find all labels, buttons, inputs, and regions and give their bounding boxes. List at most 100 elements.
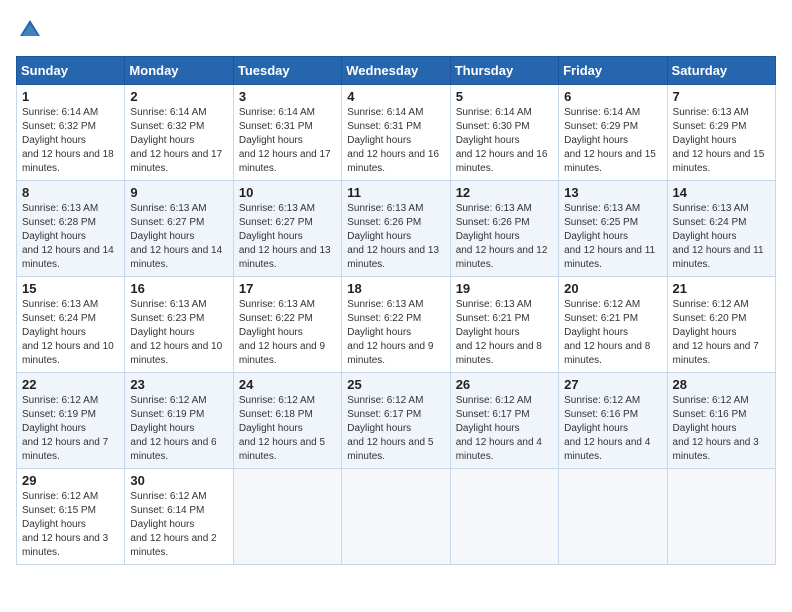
day-number: 16 — [130, 281, 227, 296]
day-number: 18 — [347, 281, 444, 296]
day-info: Sunrise: 6:12 AMSunset: 6:16 PMDaylight … — [564, 395, 650, 462]
day-info: Sunrise: 6:13 AMSunset: 6:23 PMDaylight … — [130, 299, 222, 366]
day-number: 29 — [22, 473, 119, 488]
day-number: 23 — [130, 377, 227, 392]
col-header-friday: Friday — [559, 57, 667, 85]
page-header — [16, 16, 776, 44]
calendar-cell: 11 Sunrise: 6:13 AMSunset: 6:26 PMDaylig… — [342, 181, 450, 277]
day-number: 8 — [22, 185, 119, 200]
day-number: 2 — [130, 89, 227, 104]
day-info: Sunrise: 6:12 AMSunset: 6:19 PMDaylight … — [130, 395, 216, 462]
calendar-cell — [342, 469, 450, 565]
day-number: 5 — [456, 89, 553, 104]
day-number: 3 — [239, 89, 336, 104]
day-info: Sunrise: 6:12 AMSunset: 6:17 PMDaylight … — [456, 395, 542, 462]
day-number: 28 — [673, 377, 770, 392]
header-row: SundayMondayTuesdayWednesdayThursdayFrid… — [17, 57, 776, 85]
day-info: Sunrise: 6:14 AMSunset: 6:32 PMDaylight … — [22, 107, 114, 174]
day-number: 10 — [239, 185, 336, 200]
day-number: 9 — [130, 185, 227, 200]
col-header-thursday: Thursday — [450, 57, 558, 85]
calendar-table: SundayMondayTuesdayWednesdayThursdayFrid… — [16, 56, 776, 565]
calendar-cell: 29 Sunrise: 6:12 AMSunset: 6:15 PMDaylig… — [17, 469, 125, 565]
day-number: 6 — [564, 89, 661, 104]
day-info: Sunrise: 6:12 AMSunset: 6:17 PMDaylight … — [347, 395, 433, 462]
calendar-cell: 1 Sunrise: 6:14 AMSunset: 6:32 PMDayligh… — [17, 85, 125, 181]
calendar-cell: 17 Sunrise: 6:13 AMSunset: 6:22 PMDaylig… — [233, 277, 341, 373]
day-info: Sunrise: 6:12 AMSunset: 6:20 PMDaylight … — [673, 299, 759, 366]
calendar-cell: 22 Sunrise: 6:12 AMSunset: 6:19 PMDaylig… — [17, 373, 125, 469]
day-info: Sunrise: 6:13 AMSunset: 6:25 PMDaylight … — [564, 203, 655, 270]
calendar-cell: 13 Sunrise: 6:13 AMSunset: 6:25 PMDaylig… — [559, 181, 667, 277]
day-number: 26 — [456, 377, 553, 392]
day-number: 14 — [673, 185, 770, 200]
day-info: Sunrise: 6:12 AMSunset: 6:19 PMDaylight … — [22, 395, 108, 462]
day-number: 24 — [239, 377, 336, 392]
calendar-cell: 16 Sunrise: 6:13 AMSunset: 6:23 PMDaylig… — [125, 277, 233, 373]
day-info: Sunrise: 6:12 AMSunset: 6:16 PMDaylight … — [673, 395, 759, 462]
day-number: 1 — [22, 89, 119, 104]
day-info: Sunrise: 6:14 AMSunset: 6:31 PMDaylight … — [347, 107, 439, 174]
day-number: 12 — [456, 185, 553, 200]
day-info: Sunrise: 6:14 AMSunset: 6:31 PMDaylight … — [239, 107, 331, 174]
calendar-cell: 27 Sunrise: 6:12 AMSunset: 6:16 PMDaylig… — [559, 373, 667, 469]
calendar-cell: 3 Sunrise: 6:14 AMSunset: 6:31 PMDayligh… — [233, 85, 341, 181]
day-info: Sunrise: 6:14 AMSunset: 6:30 PMDaylight … — [456, 107, 548, 174]
calendar-cell: 2 Sunrise: 6:14 AMSunset: 6:32 PMDayligh… — [125, 85, 233, 181]
day-info: Sunrise: 6:12 AMSunset: 6:21 PMDaylight … — [564, 299, 650, 366]
day-number: 15 — [22, 281, 119, 296]
day-info: Sunrise: 6:13 AMSunset: 6:26 PMDaylight … — [456, 203, 548, 270]
day-info: Sunrise: 6:13 AMSunset: 6:24 PMDaylight … — [22, 299, 114, 366]
day-info: Sunrise: 6:13 AMSunset: 6:22 PMDaylight … — [347, 299, 433, 366]
day-number: 30 — [130, 473, 227, 488]
col-header-sunday: Sunday — [17, 57, 125, 85]
day-number: 22 — [22, 377, 119, 392]
col-header-monday: Monday — [125, 57, 233, 85]
day-info: Sunrise: 6:13 AMSunset: 6:24 PMDaylight … — [673, 203, 764, 270]
week-row-3: 15 Sunrise: 6:13 AMSunset: 6:24 PMDaylig… — [17, 277, 776, 373]
calendar-cell: 28 Sunrise: 6:12 AMSunset: 6:16 PMDaylig… — [667, 373, 775, 469]
calendar-cell: 5 Sunrise: 6:14 AMSunset: 6:30 PMDayligh… — [450, 85, 558, 181]
day-info: Sunrise: 6:13 AMSunset: 6:27 PMDaylight … — [239, 203, 331, 270]
calendar-cell: 19 Sunrise: 6:13 AMSunset: 6:21 PMDaylig… — [450, 277, 558, 373]
day-info: Sunrise: 6:13 AMSunset: 6:26 PMDaylight … — [347, 203, 439, 270]
day-info: Sunrise: 6:13 AMSunset: 6:22 PMDaylight … — [239, 299, 325, 366]
week-row-2: 8 Sunrise: 6:13 AMSunset: 6:28 PMDayligh… — [17, 181, 776, 277]
day-number: 25 — [347, 377, 444, 392]
day-number: 13 — [564, 185, 661, 200]
day-info: Sunrise: 6:14 AMSunset: 6:29 PMDaylight … — [564, 107, 656, 174]
day-info: Sunrise: 6:12 AMSunset: 6:18 PMDaylight … — [239, 395, 325, 462]
calendar-cell: 30 Sunrise: 6:12 AMSunset: 6:14 PMDaylig… — [125, 469, 233, 565]
calendar-cell: 26 Sunrise: 6:12 AMSunset: 6:17 PMDaylig… — [450, 373, 558, 469]
calendar-cell: 12 Sunrise: 6:13 AMSunset: 6:26 PMDaylig… — [450, 181, 558, 277]
calendar-cell: 24 Sunrise: 6:12 AMSunset: 6:18 PMDaylig… — [233, 373, 341, 469]
logo — [16, 16, 48, 44]
calendar-cell: 8 Sunrise: 6:13 AMSunset: 6:28 PMDayligh… — [17, 181, 125, 277]
day-number: 4 — [347, 89, 444, 104]
calendar-cell: 23 Sunrise: 6:12 AMSunset: 6:19 PMDaylig… — [125, 373, 233, 469]
day-number: 27 — [564, 377, 661, 392]
calendar-cell: 4 Sunrise: 6:14 AMSunset: 6:31 PMDayligh… — [342, 85, 450, 181]
col-header-tuesday: Tuesday — [233, 57, 341, 85]
day-info: Sunrise: 6:13 AMSunset: 6:28 PMDaylight … — [22, 203, 114, 270]
calendar-cell — [450, 469, 558, 565]
calendar-cell: 6 Sunrise: 6:14 AMSunset: 6:29 PMDayligh… — [559, 85, 667, 181]
calendar-cell: 20 Sunrise: 6:12 AMSunset: 6:21 PMDaylig… — [559, 277, 667, 373]
day-info: Sunrise: 6:13 AMSunset: 6:21 PMDaylight … — [456, 299, 542, 366]
calendar-cell: 25 Sunrise: 6:12 AMSunset: 6:17 PMDaylig… — [342, 373, 450, 469]
day-number: 17 — [239, 281, 336, 296]
calendar-cell — [667, 469, 775, 565]
col-header-saturday: Saturday — [667, 57, 775, 85]
day-number: 19 — [456, 281, 553, 296]
calendar-cell: 14 Sunrise: 6:13 AMSunset: 6:24 PMDaylig… — [667, 181, 775, 277]
day-info: Sunrise: 6:13 AMSunset: 6:27 PMDaylight … — [130, 203, 222, 270]
day-info: Sunrise: 6:12 AMSunset: 6:14 PMDaylight … — [130, 491, 216, 558]
calendar-cell: 15 Sunrise: 6:13 AMSunset: 6:24 PMDaylig… — [17, 277, 125, 373]
day-number: 21 — [673, 281, 770, 296]
calendar-cell: 21 Sunrise: 6:12 AMSunset: 6:20 PMDaylig… — [667, 277, 775, 373]
week-row-4: 22 Sunrise: 6:12 AMSunset: 6:19 PMDaylig… — [17, 373, 776, 469]
calendar-cell: 10 Sunrise: 6:13 AMSunset: 6:27 PMDaylig… — [233, 181, 341, 277]
day-info: Sunrise: 6:14 AMSunset: 6:32 PMDaylight … — [130, 107, 222, 174]
day-info: Sunrise: 6:13 AMSunset: 6:29 PMDaylight … — [673, 107, 765, 174]
col-header-wednesday: Wednesday — [342, 57, 450, 85]
